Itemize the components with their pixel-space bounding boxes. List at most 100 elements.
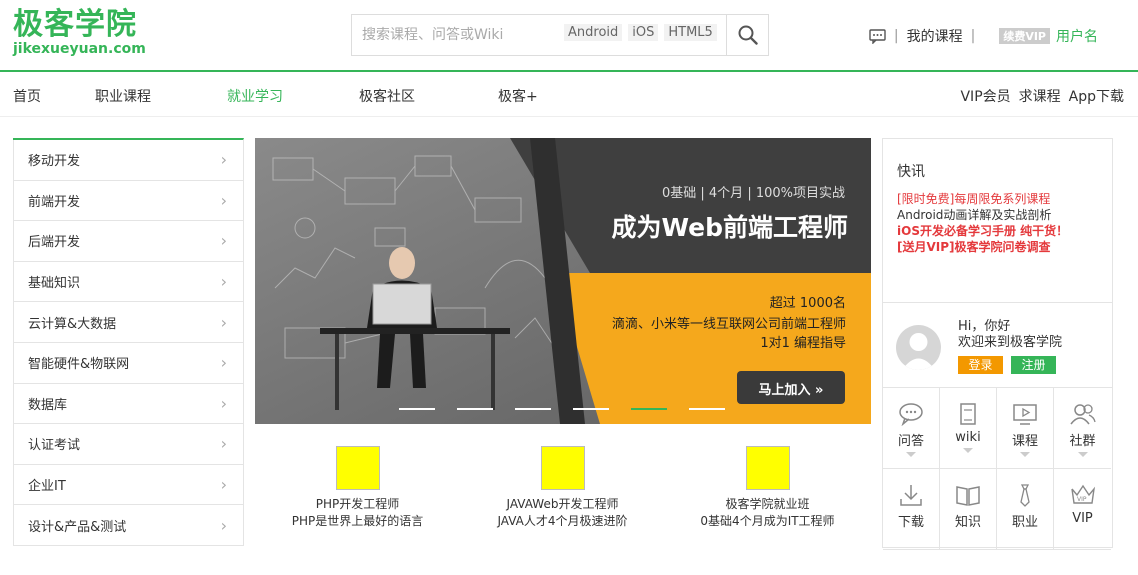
sidebar-item-label: 企业IT: [28, 479, 66, 495]
logo-text: 极客学院: [13, 7, 137, 42]
quick-link-wiki[interactable]: wiki: [940, 388, 997, 469]
banner-title: 成为Web前端工程师: [611, 213, 848, 242]
course-thumbnail: [335, 446, 380, 490]
banner-line2: 滴滴、小米等一线互联网公司前端工程师: [611, 317, 846, 332]
course-icon: [1013, 404, 1037, 425]
carousel-dot[interactable]: [573, 408, 609, 410]
sidebar-item-label: 后端开发: [28, 235, 81, 251]
carousel-dot-active[interactable]: [631, 408, 667, 410]
course-desc: PHP是世界上最好的语言: [291, 514, 424, 528]
news-item[interactable]: [限时免费]每周限免系列课程: [897, 191, 1112, 207]
sidebar-item-label: 移动开发: [28, 154, 81, 170]
chevron-right-icon: ›: [220, 231, 227, 251]
search-button[interactable]: [726, 15, 768, 55]
course-card-php[interactable]: PHP开发工程师 PHP是世界上最好的语言: [255, 446, 460, 530]
nav-app-download[interactable]: App下载: [1069, 86, 1124, 106]
sidebar-item-label: 云计算&大数据: [28, 316, 117, 332]
news-item[interactable]: iOS开发必备学习手册 纯干货！: [897, 223, 1112, 239]
quick-link-label: wiki: [955, 430, 981, 445]
hot-tags: Android iOS HTML5: [564, 24, 717, 41]
sidebar-item-design[interactable]: 设计&产品&测试 ›: [13, 505, 243, 546]
featured-courses: PHP开发工程师 PHP是世界上最好的语言 JAVAWeb开发工程师 JAVA人…: [255, 446, 871, 530]
sidebar-item-iot[interactable]: 智能硬件&物联网 ›: [13, 342, 243, 384]
register-button[interactable]: 注册: [1011, 356, 1056, 374]
banner-subtitle: 0基础 | 4个月 | 100%项目实战: [662, 186, 845, 201]
sidebar-item-basics[interactable]: 基础知识 ›: [13, 261, 243, 303]
site-logo[interactable]: 极客学院 jikexueyuan.com: [13, 7, 146, 57]
carousel-dot[interactable]: [689, 408, 725, 410]
banner-cta-button[interactable]: 马上加入 »: [737, 379, 845, 398]
quick-link-qa[interactable]: 问答: [883, 388, 940, 469]
svg-text:VIP: VIP: [1077, 496, 1087, 503]
nav-request-course[interactable]: 求课程: [1019, 86, 1061, 106]
sidebar-item-backend[interactable]: 后端开发 ›: [13, 221, 243, 262]
hot-tag-html5[interactable]: HTML5: [664, 24, 717, 41]
news-item[interactable]: Android动画详解及实战剖析: [897, 207, 1112, 223]
quick-link-vip[interactable]: VIP VIP: [1054, 469, 1111, 550]
my-courses-link[interactable]: 我的课程: [907, 26, 963, 46]
news-title: 快讯: [897, 164, 925, 180]
dropdown-arrow-icon: [1077, 452, 1088, 457]
banner-line3: 1对1 编程指导: [760, 336, 846, 351]
nav-home[interactable]: 首页: [13, 86, 41, 106]
chevron-right-icon: ›: [220, 190, 227, 210]
download-icon: [900, 485, 922, 506]
nav-geek-plus[interactable]: 极客+: [498, 86, 538, 106]
quick-link-community[interactable]: 社群: [1054, 388, 1111, 469]
quick-link-career[interactable]: 职业: [997, 469, 1054, 550]
nav-employment[interactable]: 就业学习: [227, 86, 283, 106]
quick-link-course[interactable]: 课程: [997, 388, 1054, 469]
carousel-dot[interactable]: [457, 408, 493, 410]
carousel-dots: [399, 408, 725, 410]
sidebar-item-frontend[interactable]: 前端开发 ›: [13, 180, 243, 222]
welcome-panel: Hi，你好 欢迎来到极客学院 登录 注册: [883, 303, 1112, 388]
dropdown-arrow-icon: [906, 452, 916, 457]
vip-renew-badge[interactable]: 续费VIP: [999, 28, 1050, 44]
hero-banner[interactable]: 0基础 | 4个月 | 100%项目实战 成为Web前端工程师 超过 1000名…: [255, 138, 871, 424]
chevron-right-icon: ›: [220, 393, 227, 413]
user-avatar-icon: [902, 333, 935, 370]
search-input[interactable]: [362, 15, 562, 55]
carousel-dot[interactable]: [399, 408, 435, 410]
chevron-right-icon: ›: [220, 150, 227, 170]
sidebar-item-cloud[interactable]: 云计算&大数据 ›: [13, 302, 243, 343]
message-icon[interactable]: [869, 28, 886, 44]
top-header: 极客学院 jikexueyuan.com Android iOS HTML5 |…: [0, 0, 1138, 72]
banner-line1: 超过 1000名: [769, 296, 846, 311]
hot-tag-ios[interactable]: iOS: [628, 24, 659, 41]
quick-link-knowledge[interactable]: 知识: [940, 469, 997, 550]
sidebar-item-enterprise-it[interactable]: 企业IT ›: [13, 464, 243, 506]
sidebar-item-database[interactable]: 数据库 ›: [13, 383, 243, 425]
nav-vip[interactable]: VIP会员: [960, 86, 1010, 106]
carousel-dot[interactable]: [515, 408, 551, 410]
sidebar-item-label: 数据库: [28, 397, 68, 413]
greeting: Hi，你好: [958, 319, 1011, 334]
sidebar-item-mobile[interactable]: 移动开发 ›: [13, 140, 243, 181]
news-item[interactable]: [送月VIP]极客学院问卷调查: [897, 239, 1112, 255]
wiki-icon: [960, 403, 976, 425]
quick-link-download[interactable]: 下载: [883, 469, 940, 550]
career-icon: [1020, 484, 1030, 507]
sidebar-item-certification[interactable]: 认证考试 ›: [13, 424, 243, 465]
course-thumbnail: [745, 446, 790, 490]
course-title: 极客学院就业班: [725, 497, 810, 511]
vip-icon: VIP: [1070, 484, 1095, 504]
quick-links-grid: 问答 wiki 课程 社群 下载 知识 职业 VIP VIP: [883, 388, 1112, 550]
search-icon: [738, 25, 758, 45]
avatar: [896, 325, 941, 370]
login-button[interactable]: 登录: [958, 356, 1003, 374]
nav-career-courses[interactable]: 职业课程: [95, 86, 151, 106]
course-card-bootcamp[interactable]: 极客学院就业班 0基础4个月成为IT工程师: [665, 446, 870, 530]
username-link[interactable]: 用户名: [1056, 26, 1098, 46]
welcome-text: Hi，你好 欢迎来到极客学院: [958, 319, 1062, 351]
course-desc: 0基础4个月成为IT工程师: [700, 514, 835, 528]
course-card-javaweb[interactable]: JAVAWeb开发工程师 JAVA人才4个月极速进阶: [460, 446, 665, 530]
sidebar-item-label: 基础知识: [28, 276, 81, 292]
divider: |: [970, 28, 976, 44]
nav-community[interactable]: 极客社区: [359, 86, 415, 106]
news-panel: 快讯 [限时免费]每周限免系列课程 Android动画详解及实战剖析 iOS开发…: [883, 139, 1112, 303]
sidebar-item-label: 设计&产品&测试: [28, 519, 127, 535]
hot-tag-android[interactable]: Android: [564, 24, 623, 41]
chevron-right-icon: ›: [220, 272, 227, 292]
user-bar: | 我的课程 | 续费VIP 用户名: [869, 26, 1098, 46]
